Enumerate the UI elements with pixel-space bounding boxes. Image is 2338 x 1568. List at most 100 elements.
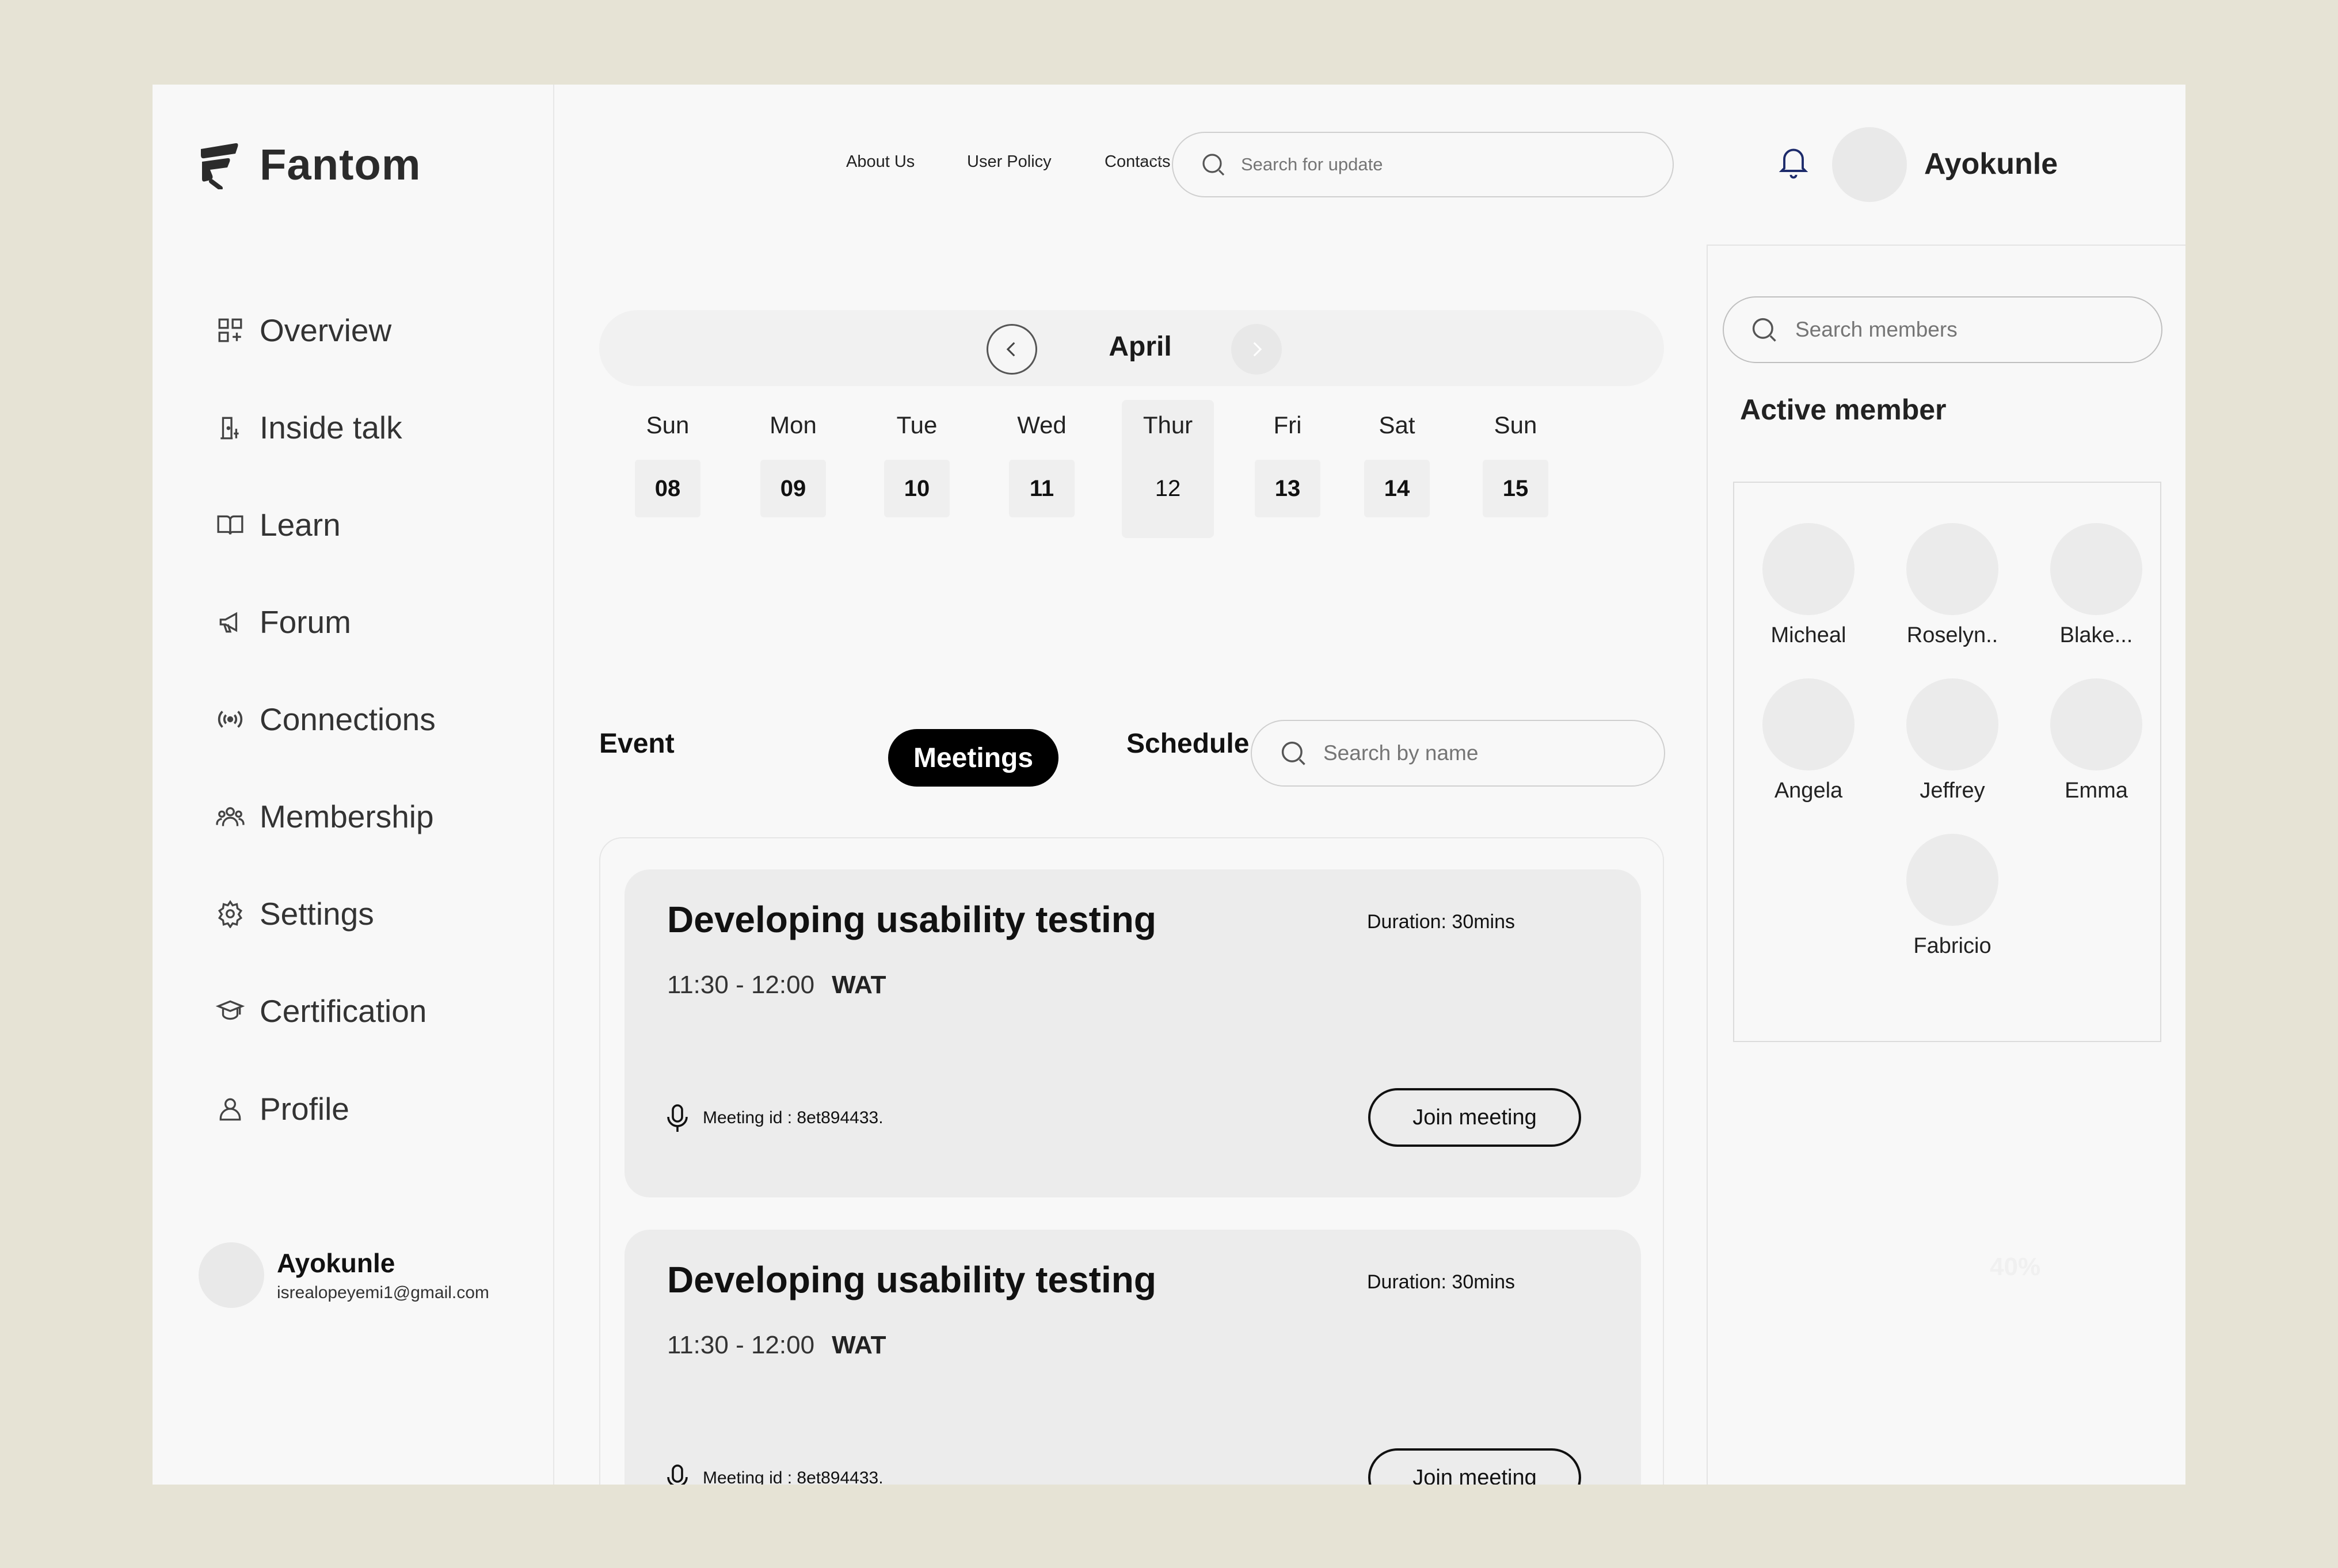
app-frame: Fantom Overview Inside talk Learn Forum [153,85,2185,1485]
avatar [1906,834,1998,926]
day-cell[interactable]: Sun 15 [1469,400,1562,538]
top-bar: About Us User Policy Contacts ··· Ayokun… [554,85,2185,245]
day-cell[interactable]: Tue 10 [871,400,963,538]
brand[interactable]: Fantom [197,140,421,190]
join-meeting-button[interactable]: Join meeting [1368,1088,1581,1147]
sidebar-item-forum[interactable]: Forum [216,590,351,654]
day-number: 12 [1155,475,1181,501]
search-input[interactable] [1794,317,2161,342]
day-name: Thur [1143,411,1193,438]
grid-icon [218,318,242,342]
member-item[interactable]: Micheal [1748,523,1869,648]
day-number: 08 [635,460,700,517]
member-item[interactable]: Emma [2036,678,2157,803]
day-cell[interactable]: Sat 14 [1351,400,1443,538]
microphone-icon [667,1104,688,1132]
next-month-button[interactable] [1231,324,1282,375]
more-icon[interactable]: ··· [1140,147,1164,171]
meeting-duration: Duration: 30mins [1367,911,1515,933]
sidebar-item-membership[interactable]: Membership [216,785,434,848]
day-name: Sun [1494,411,1537,438]
sidebar-item-label: Profile [260,1091,349,1127]
sidebar-item-connections[interactable]: Connections [216,688,436,751]
meeting-title: Developing usability testing [667,1259,1156,1300]
month-selector: April [599,310,1664,386]
gear-icon [218,900,243,928]
sidebar-item-overview[interactable]: Overview [216,299,391,362]
megaphone-icon [219,612,238,633]
tab-schedule[interactable]: Schedule [1126,728,1249,760]
day-cell[interactable]: Wed 11 [996,400,1088,538]
tab-meetings[interactable]: Meetings [888,729,1059,787]
fantom-logo-icon [201,143,238,189]
name-search[interactable] [1251,720,1665,787]
avatar[interactable] [1832,127,1907,202]
member-name: Emma [2065,779,2128,803]
sidebar-item-label: Certification [260,993,427,1029]
avatar [1906,678,1998,770]
members-search[interactable] [1723,296,2162,363]
day-number: 09 [760,460,826,517]
day-cell[interactable]: Sun 08 [622,400,714,538]
book-icon [217,515,243,535]
sidebar-item-label: Inside talk [260,410,402,445]
day-number: 15 [1483,460,1548,517]
sidebar-item-learn[interactable]: Learn [216,493,341,556]
timezone: WAT [832,971,886,999]
member-item[interactable]: Jeffrey [1892,678,2013,803]
member-item[interactable]: Fabricio [1892,834,2013,959]
top-username[interactable]: Ayokunle [1924,147,2058,181]
day-cell[interactable]: Fri 13 [1242,400,1334,538]
avatar [1906,523,1998,615]
member-name: Blake... [2059,623,2133,647]
broadcast-icon [218,711,243,728]
member-item[interactable]: Blake... [2036,523,2157,648]
bell-icon[interactable] [1777,143,1810,180]
graduation-cap-icon [216,1000,245,1020]
join-meeting-button[interactable]: Join meeting [1368,1448,1581,1485]
meetings-list: Developing usability testing Duration: 3… [599,837,1664,1485]
meeting-id-row: Meeting id : 8et894433. [665,1463,884,1485]
sidebar-item-inside-talk[interactable]: Inside talk [216,396,402,459]
members-panel: Active member Micheal Roselyn.. Blake...… [1707,245,2185,1485]
avatar [2050,523,2142,615]
day-name: Fri [1273,411,1302,438]
sidebar-item-profile[interactable]: Profile [216,1077,349,1140]
avatar [1762,523,1855,615]
chevron-right-icon [1253,342,1262,357]
member-name: Roselyn.. [1906,623,1998,647]
sidebar-item-certification[interactable]: Certification [216,979,427,1043]
member-item[interactable]: Roselyn.. [1892,523,2013,648]
nav-link-user-policy[interactable]: User Policy [967,152,1052,171]
member-item[interactable]: Angela [1748,678,1869,803]
tab-event[interactable]: Event [599,728,675,760]
member-name: Fabricio [1913,934,1992,958]
avatar [2050,678,2142,770]
search-input[interactable] [1240,154,1673,176]
search-input[interactable] [1322,741,1664,766]
door-icon [220,417,239,440]
meeting-card: Developing usability testing Duration: 3… [625,1230,1641,1485]
member-grid: Micheal Roselyn.. Blake... Angela Jeffre… [1733,482,2161,1042]
nav-link-about-us[interactable]: About Us [846,152,915,171]
sidebar-item-settings[interactable]: Settings [216,882,374,945]
day-cell-selected[interactable]: Thur 12 [1122,400,1214,538]
day-name: Sat [1379,411,1415,438]
meeting-card: Developing usability testing Duration: 3… [625,869,1641,1197]
month-label: April [1109,331,1172,362]
sidebar: Fantom Overview Inside talk Learn Forum [153,85,554,1485]
meeting-id-row: Meeting id : 8et894433. [665,1103,884,1133]
prev-month-button[interactable] [987,324,1037,375]
sidebar-user[interactable]: Ayokunle isrealopeyemi1@gmail.com [199,1242,489,1308]
day-number: 10 [884,460,950,517]
user-name: Ayokunle [277,1248,395,1278]
sidebar-item-label: Learn [260,507,341,543]
meeting-time: 11:30 - 12:00 WAT [667,1331,886,1360]
day-cell[interactable]: Mon 09 [747,400,839,538]
avatar [199,1242,264,1308]
time-range: 11:30 - 12:00 [667,1331,815,1359]
chevron-left-icon [1006,342,1015,357]
time-range: 11:30 - 12:00 [667,971,815,999]
sidebar-item-label: Settings [260,896,374,932]
update-search[interactable] [1172,132,1674,197]
